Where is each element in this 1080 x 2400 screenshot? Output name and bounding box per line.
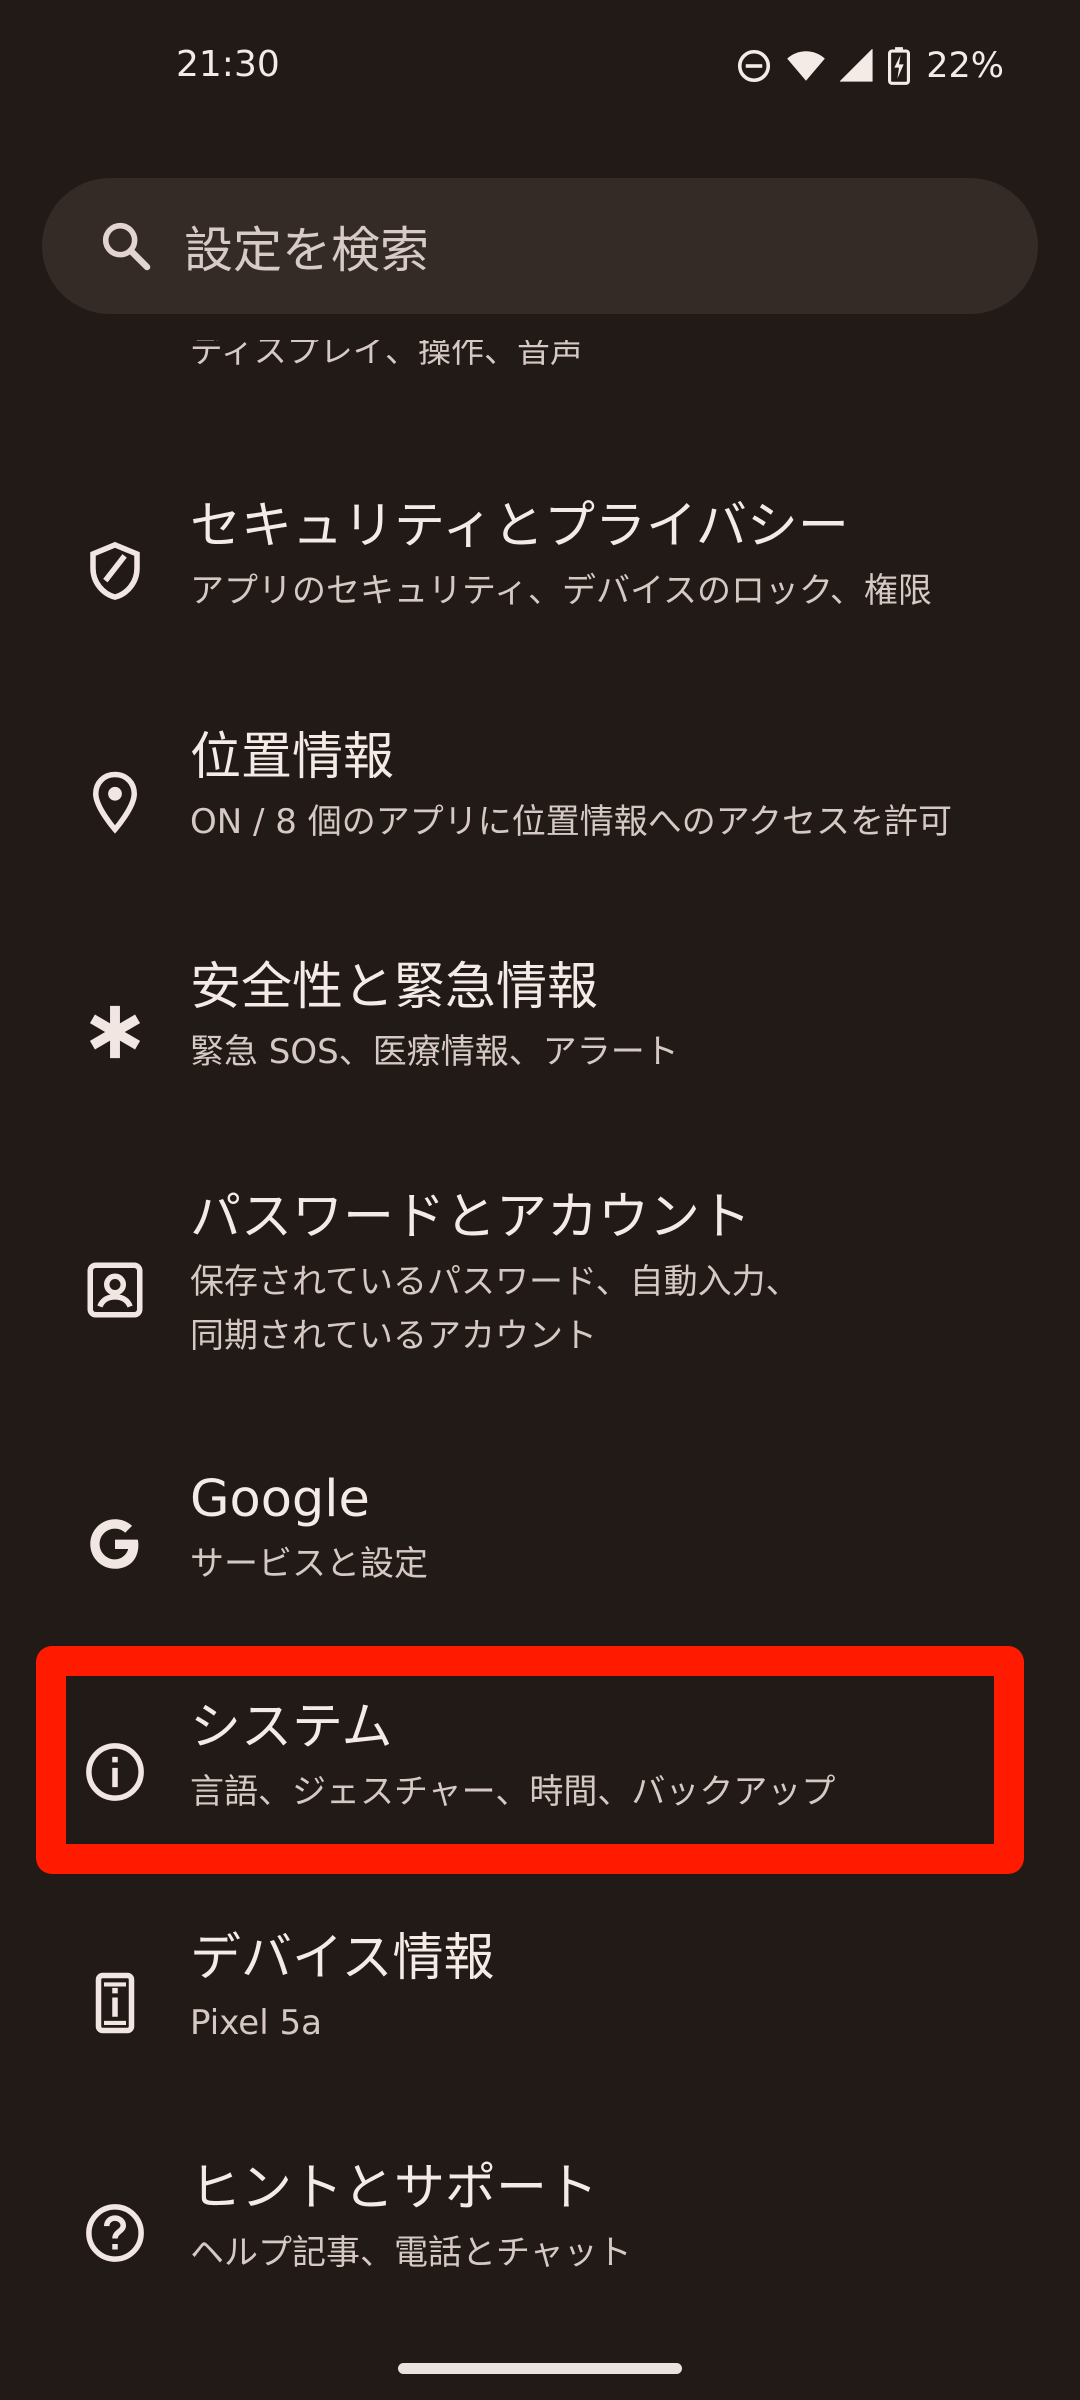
settings-item-text: ヒントとサポート ヘルプ記事、電話とチャット (190, 2156, 1040, 2280)
settings-item-text: 位置情報 ON / 8 個のアプリに位置情報へのアクセスを許可 (190, 725, 1040, 849)
settings-item-text: 安全性と緊急情報 緊急 SOS、医療情報、アラート (190, 955, 1040, 1079)
settings-item-subtitle: Pixel 5a (190, 2003, 322, 2043)
settings-item-text: デバイス情報 Pixel 5a (190, 1926, 1040, 2050)
settings-item-system[interactable]: システム 言語、ジェスチャー、時間、バックアップ (0, 1695, 1080, 1895)
wifi-icon (787, 51, 826, 81)
settings-item-title: 安全性と緊急情報 (190, 958, 599, 1017)
settings-item-tips-support[interactable]: ヒントとサポート ヘルプ記事、電話とチャット (0, 2156, 1080, 2356)
search-placeholder: 設定を検索 (184, 221, 430, 279)
search-bar[interactable]: 設定を検索 (42, 178, 1038, 314)
settings-item-title: Google (190, 1470, 370, 1529)
settings-item-text: セキュリティとプライバシー アプリのセキュリティ、デバイスのロック、権限 (190, 494, 1040, 618)
battery-percentage: 22% (926, 46, 1004, 86)
shield-icon (90, 541, 140, 600)
settings-item-title: セキュリティとプライバシー (190, 497, 849, 556)
cell-signal-icon (840, 49, 873, 82)
do-not-disturb-icon (738, 49, 771, 83)
settings-item-subtitle: サービスと設定 (190, 1544, 428, 1584)
settings-item-text: システム 言語、ジェスチャー、時間、バックアップ (190, 1695, 1040, 1819)
settings-item-subtitle: 言語、ジェスチャー、時間、バックアップ (190, 1772, 836, 1812)
settings-item-title: ヒントとサポート (190, 2159, 599, 2218)
info-icon (86, 1743, 144, 1801)
settings-item-title: パスワードとアカウント (190, 1188, 752, 1247)
settings-item-google[interactable]: Google サービスと設定 (0, 1467, 1080, 1667)
settings-item-subtitle: 保存されているパスワード、自動入力、 同期されているアカウント (190, 1262, 800, 1356)
status-icons: 22% (736, 46, 1004, 86)
search-icon (102, 222, 151, 271)
location-pin-icon (92, 771, 138, 834)
settings-item-subtitle: ヘルプ記事、電話とチャット (190, 2233, 632, 2273)
status-bar: 21:30 22% (0, 0, 1080, 130)
settings-item-passwords-accounts[interactable]: パスワードとアカウント 保存されているパスワード、自動入力、 同期されているアカ… (0, 1185, 1080, 1435)
asterisk-icon (89, 1005, 141, 1059)
settings-item-location[interactable]: 位置情報 ON / 8 個のアプリに位置情報へのアクセスを許可 (0, 725, 1080, 925)
settings-item-subtitle: ON / 8 個のアプリに位置情報へのアクセスを許可 (190, 802, 953, 842)
settings-item-title: デバイス情報 (190, 1929, 495, 1988)
settings-item-security-privacy[interactable]: セキュリティとプライバシー アプリのセキュリティ、デバイスのロック、権限 (0, 494, 1080, 694)
display-item-subtitle-partial[interactable]: ディスプレイ、操作、音声 (190, 340, 583, 382)
help-icon (86, 2204, 144, 2262)
settings-item-device-info[interactable]: デバイス情報 Pixel 5a (0, 1926, 1080, 2126)
settings-item-title: システム (190, 1698, 393, 1757)
phone-info-icon (95, 1972, 135, 2034)
settings-item-subtitle: アプリのセキュリティ、デバイスのロック、権限 (190, 571, 932, 611)
account-box-icon (87, 1262, 143, 1318)
battery-charging-icon (888, 47, 911, 85)
settings-item-safety-emergency[interactable]: 安全性と緊急情報 緊急 SOS、医療情報、アラート (0, 955, 1080, 1155)
settings-item-text: Google サービスと設定 (190, 1467, 1040, 1591)
status-time: 21:30 (176, 44, 280, 85)
google-icon (90, 1519, 139, 1569)
gesture-nav-handle[interactable] (398, 2363, 682, 2374)
settings-item-title: 位置情報 (190, 728, 395, 787)
settings-item-subtitle: 緊急 SOS、医療情報、アラート (190, 1032, 679, 1072)
settings-item-text: パスワードとアカウント 保存されているパスワード、自動入力、 同期されているアカ… (190, 1185, 1040, 1363)
